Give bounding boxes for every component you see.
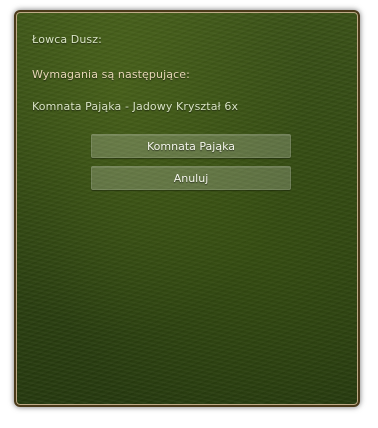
komnata-pajaka-button[interactable]: Komnata Pająka: [91, 134, 291, 158]
cancel-label: Anuluj: [173, 171, 209, 185]
komnata-pajaka-label: Komnata Pająka: [147, 139, 235, 153]
requirement-item: Komnata Pająka - Jadowy Kryształ 6x: [32, 100, 239, 113]
dialog-title: Łowca Dusz:: [32, 33, 102, 46]
requirements-heading: Wymagania są następujące:: [32, 68, 190, 81]
dialog-window: Łowca Dusz: Wymagania są następujące: Ko…: [14, 10, 360, 407]
cancel-button[interactable]: Anuluj: [91, 166, 291, 190]
